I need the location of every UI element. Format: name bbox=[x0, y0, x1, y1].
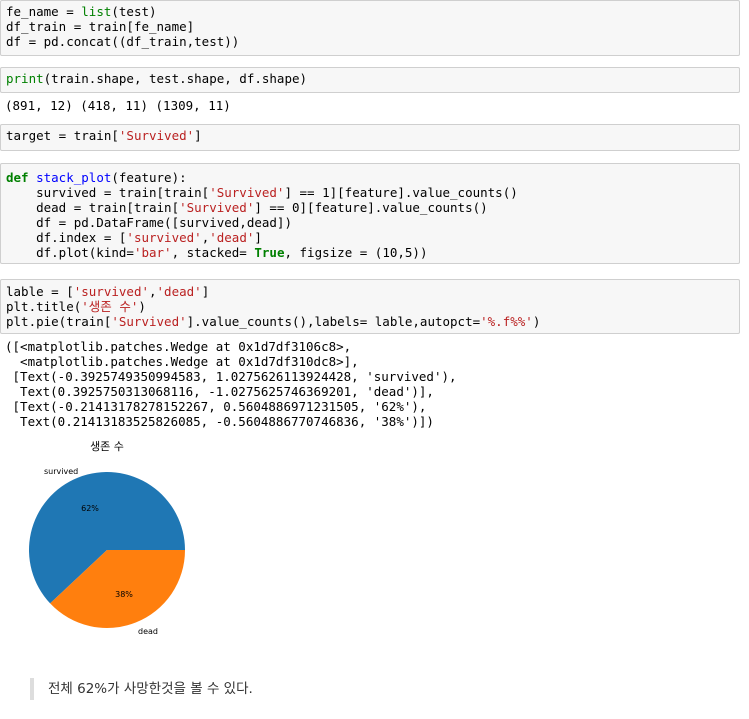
code-line: target = train['Survived'] bbox=[6, 128, 202, 143]
markdown-note: 전체 62%가 사망한것을 볼 수 있다. bbox=[30, 678, 253, 700]
output-line: ([<matplotlib.patches.Wedge at 0x1d7df31… bbox=[5, 339, 352, 354]
cell-output-shapes: (891, 12) (418, 11) (1309, 11) bbox=[5, 98, 231, 113]
code-line: df.index = ['survived','dead'] bbox=[6, 230, 262, 245]
output-line: [Text(-0.21413178278152267, 0.5604886971… bbox=[5, 399, 427, 414]
code-line: print(train.shape, test.shape, df.shape) bbox=[6, 71, 308, 86]
chart-title: 생존 수 bbox=[90, 440, 124, 453]
output-line: [Text(-0.3925749350994583, 1.02756261139… bbox=[5, 369, 457, 384]
code-line: survived = train[train['Survived'] == 1]… bbox=[6, 185, 518, 200]
code-cell-2[interactable]: print(train.shape, test.shape, df.shape) bbox=[0, 67, 740, 93]
code-line: df = pd.concat((df_train,test)) bbox=[6, 34, 240, 49]
code-line: def stack_plot(feature): bbox=[6, 170, 187, 185]
code-cell-4[interactable]: def stack_plot(feature): survived = trai… bbox=[0, 163, 740, 264]
output-line: Text(0.3925750313068116, -1.027562574636… bbox=[5, 384, 434, 399]
code-line: df.plot(kind='bar', stacked= True, figsi… bbox=[6, 245, 428, 260]
slice-label-survived: survived bbox=[44, 467, 78, 476]
code-line: plt.pie(train['Survived'].value_counts()… bbox=[6, 314, 541, 329]
cell-output-pie-return: ([<matplotlib.patches.Wedge at 0x1d7df31… bbox=[5, 339, 457, 429]
code-line: df_train = train[fe_name] bbox=[6, 19, 195, 34]
code-line: lable = ['survived','dead'] bbox=[6, 284, 210, 299]
code-cell-3[interactable]: target = train['Survived'] bbox=[0, 124, 740, 151]
code-line: dead = train[train['Survived'] == 0][fea… bbox=[6, 200, 488, 215]
output-line: Text(0.21413183525826085, -0.56048867707… bbox=[5, 414, 434, 429]
pie-chart: 생존 수 survived dead 62% 38% bbox=[28, 440, 186, 636]
code-cell-5[interactable]: lable = ['survived','dead'] plt.title('생… bbox=[0, 279, 740, 334]
output-line: <matplotlib.patches.Wedge at 0x1d7df310d… bbox=[5, 354, 359, 369]
code-line: fe_name = list(test) bbox=[6, 4, 157, 19]
slice-pct-dead: 38% bbox=[115, 590, 133, 599]
code-cell-1[interactable]: fe_name = list(test) df_train = train[fe… bbox=[0, 0, 740, 56]
slice-pct-survived: 62% bbox=[81, 504, 99, 513]
code-line: df = pd.DataFrame([survived,dead]) bbox=[6, 215, 292, 230]
code-line: plt.title('생존 수') bbox=[6, 299, 146, 314]
slice-label-dead: dead bbox=[138, 627, 158, 636]
